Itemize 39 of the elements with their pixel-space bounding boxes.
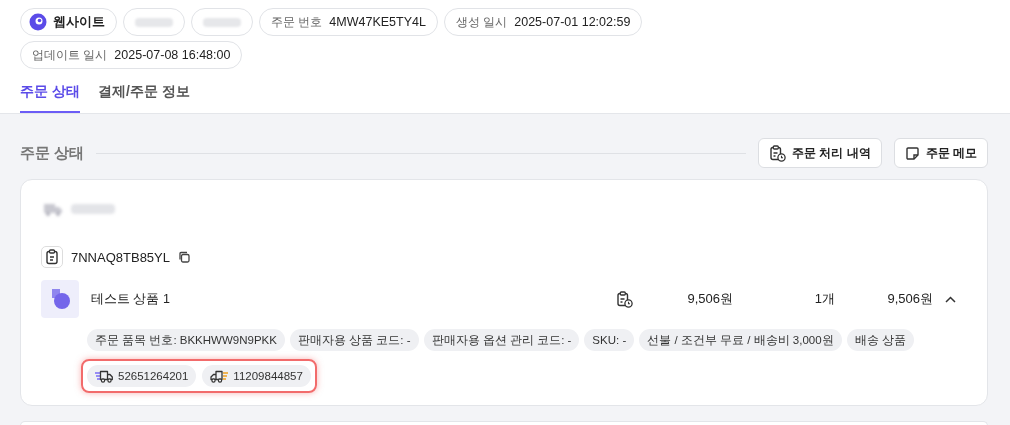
clipboard-icon <box>45 249 59 265</box>
truck-icon <box>43 202 63 216</box>
total-price: 9,506원 <box>886 290 933 308</box>
field-value: 2025-07-01 12:02:59 <box>514 15 631 29</box>
copy-icon <box>178 251 190 263</box>
info-tag: SKU: - <box>584 329 635 351</box>
blurred-text <box>135 17 173 27</box>
source-label: 웹사이트 <box>53 13 105 31</box>
product-name: 테스트 상품 1 <box>91 290 171 308</box>
info-tag: 판매자용 옵션 관리 코드: - <box>423 329 580 351</box>
field-value: 2025-07-08 16:48:00 <box>114 48 231 62</box>
info-tag: 판매자용 상품 코드: - <box>289 329 419 351</box>
tracking-number: 52651264201 <box>118 370 189 382</box>
field-label: 업데이트 일시 <box>32 46 108 64</box>
memo-button[interactable]: 주문 메모 <box>893 138 988 168</box>
field-label: 주문 번호 <box>271 13 323 31</box>
tab[interactable]: 주문 상태 <box>20 75 80 113</box>
globe-icon <box>29 13 47 31</box>
blurred-text <box>203 17 241 27</box>
unit-price: 9,506원 <box>686 290 733 308</box>
note-icon <box>904 145 920 161</box>
order-code: 7NNAQ8TB85YL <box>71 249 170 265</box>
quantity: 1개 <box>813 290 835 308</box>
field-label: 생성 일시 <box>455 13 508 31</box>
truck-icon <box>210 369 229 383</box>
product-thumbnail <box>41 280 79 318</box>
history-button[interactable]: 주문 처리 내역 <box>758 138 882 168</box>
blurred-text <box>71 204 115 214</box>
field-value: 4MW47KE5TY4L <box>329 15 426 29</box>
clipboard-clock-icon <box>769 144 786 162</box>
clipboard-button[interactable] <box>41 246 63 268</box>
tracking-number: 11209844857 <box>233 370 303 382</box>
info-tag: 선불 / 조건부 무료 / 배송비 3,000원 <box>639 329 842 351</box>
info-tag: 주문 품목 번호: BKKHWW9N9PKK <box>87 329 285 351</box>
clipboard-clock-icon <box>616 290 633 308</box>
truck-icon <box>95 369 113 383</box>
info-tag: 배송 상품 <box>846 329 914 351</box>
section-title: 주문 상태 <box>20 143 85 163</box>
tab[interactable]: 결제/주문 정보 <box>97 75 190 113</box>
